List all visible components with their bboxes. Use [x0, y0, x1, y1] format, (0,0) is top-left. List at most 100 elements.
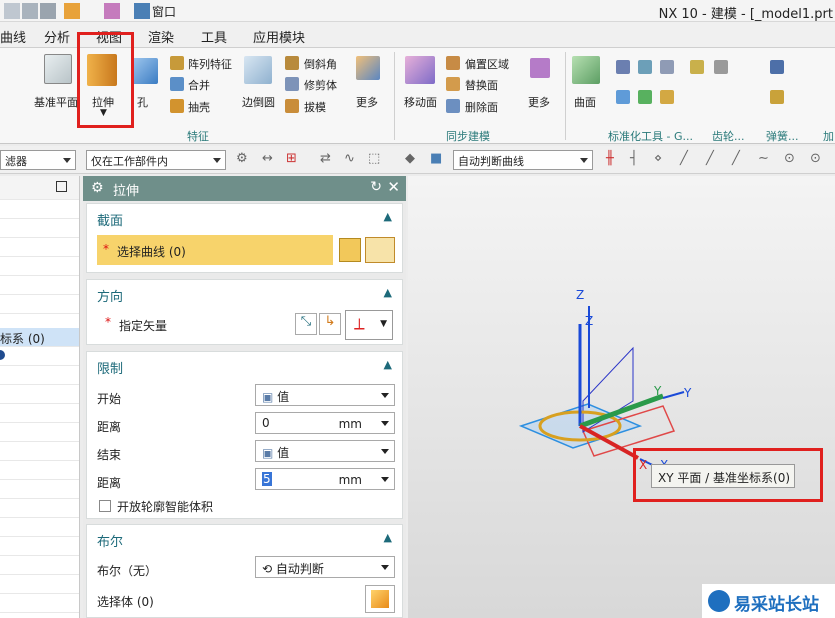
- chamfer-icon[interactable]: [285, 56, 299, 70]
- reset-icon[interactable]: ↻: [370, 179, 382, 195]
- window-icon[interactable]: [134, 3, 150, 19]
- shell-label[interactable]: 抽壳: [188, 99, 210, 115]
- sketch-section-icon[interactable]: [339, 238, 361, 262]
- line-icon[interactable]: ╱: [680, 151, 688, 166]
- menu-tools[interactable]: 工具: [201, 27, 227, 46]
- curve-icon[interactable]: ∼: [758, 151, 769, 166]
- save-icon[interactable]: [40, 3, 56, 19]
- collapse-icon[interactable]: ▲: [384, 286, 392, 299]
- chamfer-label[interactable]: 倒斜角: [304, 56, 337, 72]
- end-distance-input[interactable]: 5 mm: [255, 468, 395, 490]
- spring-icon[interactable]: [770, 90, 784, 104]
- stop-icon[interactable]: ┤: [630, 151, 638, 166]
- delete-face-label[interactable]: 删除面: [465, 99, 498, 115]
- scope-combo[interactable]: 仅在工作部件内: [86, 150, 226, 170]
- start-distance-input[interactable]: 0 mm: [255, 412, 395, 434]
- std-tool-icon[interactable]: [638, 90, 652, 104]
- hole-label[interactable]: 孔: [137, 94, 148, 110]
- direction-header[interactable]: 方向: [97, 286, 123, 305]
- list-item[interactable]: [0, 575, 79, 594]
- list-item[interactable]: [0, 200, 79, 219]
- curve-select-icon[interactable]: [365, 237, 395, 263]
- std-tool-icon[interactable]: [660, 90, 674, 104]
- line-icon[interactable]: ╱: [732, 151, 740, 166]
- open-profile-checkbox[interactable]: [99, 500, 111, 512]
- hole-icon[interactable]: [132, 58, 158, 84]
- combine-icon[interactable]: [170, 77, 184, 91]
- list-item[interactable]: [0, 518, 79, 537]
- replace-face-label[interactable]: 替换面: [465, 77, 498, 93]
- graphics-viewport[interactable]: Z Z Y Y X X: [408, 176, 835, 618]
- section-header[interactable]: 截面: [97, 210, 123, 229]
- list-item[interactable]: [0, 442, 79, 461]
- start-type-dropdown[interactable]: ▣ 值: [255, 384, 395, 406]
- select-curve-row[interactable]: * 选择曲线 (0): [97, 235, 333, 265]
- move-face-label[interactable]: 移动面: [404, 94, 437, 110]
- list-item[interactable]: [0, 594, 79, 613]
- datum-plane-icon[interactable]: [44, 54, 72, 84]
- list-item[interactable]: [0, 238, 79, 257]
- delete-face-icon[interactable]: [446, 99, 460, 113]
- close-icon[interactable]: ✕: [387, 178, 400, 196]
- collapse-icon[interactable]: ▲: [384, 531, 392, 544]
- spring-icon[interactable]: [770, 60, 784, 74]
- pattern-feature-label[interactable]: 阵列特征: [188, 56, 232, 72]
- snap-point-icon[interactable]: ⋄: [654, 151, 662, 166]
- offset-region-icon[interactable]: [446, 56, 460, 70]
- undo-icon[interactable]: [64, 3, 80, 19]
- edge-blend-icon[interactable]: [244, 56, 272, 84]
- list-item[interactable]: [0, 404, 79, 423]
- curve-rule-combo[interactable]: 自动判断曲线: [453, 150, 593, 170]
- plus-icon[interactable]: ⊞: [286, 151, 297, 166]
- more-sync-icon[interactable]: [530, 58, 550, 78]
- body-icon[interactable]: ■: [430, 151, 442, 166]
- vector-dialog-icon[interactable]: ↳: [319, 313, 341, 335]
- pattern-icon[interactable]: [170, 56, 184, 70]
- list-item[interactable]: [0, 461, 79, 480]
- select-icon[interactable]: ↔: [262, 151, 273, 166]
- std-tool-icon[interactable]: [616, 90, 630, 104]
- list-item[interactable]: [0, 219, 79, 238]
- list-item[interactable]: [0, 537, 79, 556]
- trim-body-icon[interactable]: [285, 77, 299, 91]
- snap-icon[interactable]: ⚙: [236, 151, 248, 166]
- list-item[interactable]: [0, 556, 79, 575]
- offset-region-label[interactable]: 偏置区域: [465, 56, 509, 72]
- replace-face-icon[interactable]: [446, 77, 460, 91]
- list-item[interactable]: [0, 276, 79, 295]
- menu-curve[interactable]: 曲线: [0, 27, 26, 46]
- maximize-icon[interactable]: [56, 181, 67, 192]
- filter-icon[interactable]: ⇄: [320, 151, 331, 166]
- draft-label[interactable]: 拔模: [304, 99, 326, 115]
- more-sync-label[interactable]: 更多: [528, 94, 550, 110]
- combine-label[interactable]: 合并: [188, 77, 210, 93]
- trim-body-label[interactable]: 修剪体: [304, 77, 337, 93]
- line-icon[interactable]: ╱: [706, 151, 714, 166]
- boolean-dropdown[interactable]: ⟲ 自动判断: [255, 556, 395, 578]
- cube-icon[interactable]: ◆: [405, 151, 415, 166]
- select-body-button[interactable]: [365, 585, 395, 613]
- menu-analysis[interactable]: 分析: [44, 27, 70, 46]
- boolean-header[interactable]: 布尔: [97, 531, 123, 550]
- edge-blend-label[interactable]: 边倒圆: [242, 94, 275, 110]
- list-item[interactable]: [0, 295, 79, 314]
- vector-dropdown[interactable]: ⟂ ▼: [345, 310, 393, 340]
- list-item-selected[interactable]: 标系 (0): [0, 328, 79, 347]
- list-item[interactable]: [0, 257, 79, 276]
- move-face-icon[interactable]: [405, 56, 435, 84]
- lasso-icon[interactable]: ∿: [344, 151, 355, 166]
- std-tool-icon[interactable]: [660, 60, 674, 74]
- circle-icon[interactable]: ⊙: [810, 151, 821, 166]
- more-features-icon[interactable]: [356, 56, 380, 80]
- std-tool-icon[interactable]: [638, 60, 652, 74]
- list-item[interactable]: [0, 499, 79, 518]
- datum-plane-label[interactable]: 基准平面: [34, 94, 78, 110]
- shell-icon[interactable]: [170, 99, 184, 113]
- limits-header[interactable]: 限制: [97, 358, 123, 377]
- type-filter-combo[interactable]: 滤器: [0, 150, 76, 170]
- collapse-icon[interactable]: ▲: [384, 358, 392, 371]
- list-item[interactable]: [0, 366, 79, 385]
- surface-icon[interactable]: [572, 56, 600, 84]
- std-tool-icon[interactable]: [616, 60, 630, 74]
- surface-label[interactable]: 曲面: [574, 94, 596, 110]
